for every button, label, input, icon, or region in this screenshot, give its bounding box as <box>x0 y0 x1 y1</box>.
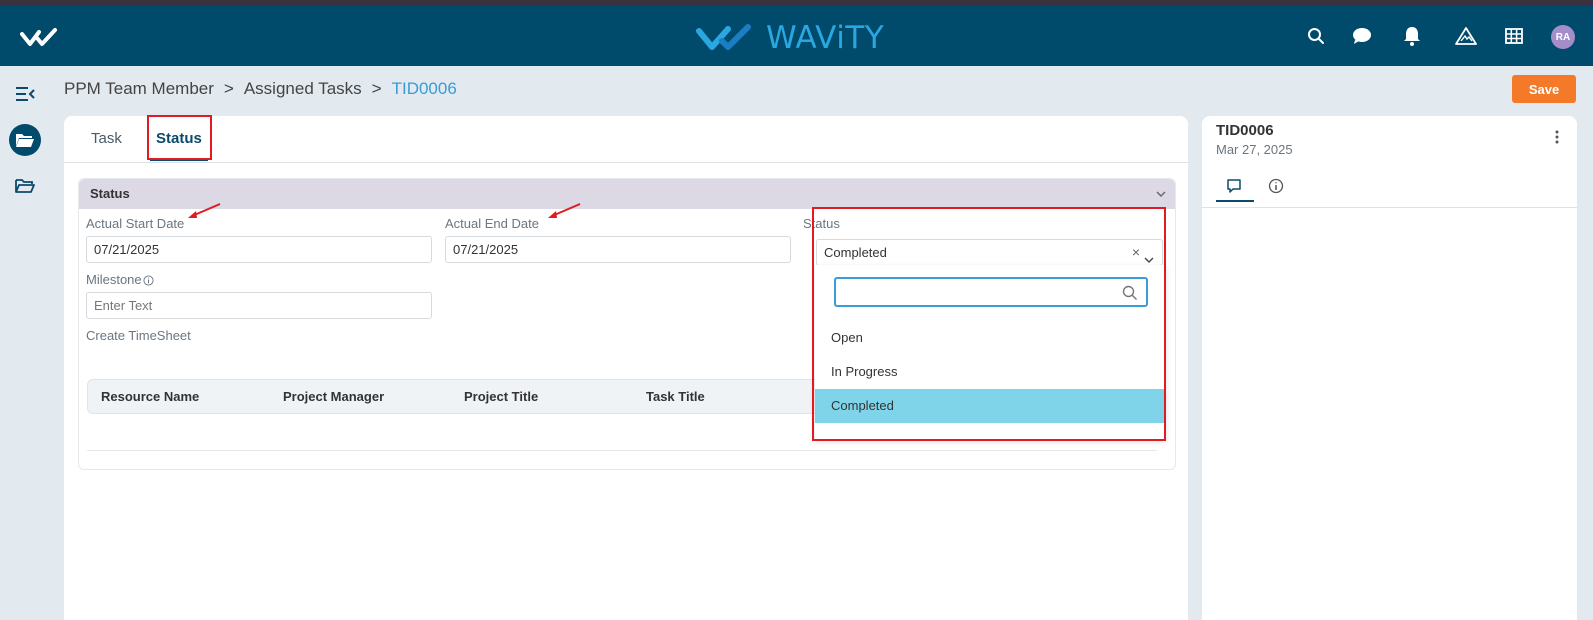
column-header-resource-name[interactable]: Resource Name <box>101 389 199 404</box>
save-button[interactable]: Save <box>1512 75 1576 103</box>
comment-icon[interactable] <box>1222 174 1246 198</box>
annotation-arrow-icon <box>188 203 221 218</box>
info-icon[interactable] <box>1264 174 1288 198</box>
active-tab-indicator <box>1216 200 1254 202</box>
home-check-icon[interactable] <box>20 24 60 50</box>
milestone-input[interactable] <box>86 292 432 319</box>
annotation-highlight-box <box>147 115 212 160</box>
brand-checkmark-icon <box>696 24 751 50</box>
panel-date: Mar 27, 2025 <box>1216 142 1293 157</box>
chat-icon[interactable] <box>1350 24 1374 48</box>
annotation-highlight-box <box>812 207 1166 441</box>
panel-tab-bar <box>1202 160 1577 208</box>
breadcrumb: PPM Team Member > Assigned Tasks > TID00… <box>64 78 457 100</box>
milestone-label-text: Milestone <box>86 272 142 287</box>
section-header[interactable]: Status <box>79 179 1175 209</box>
folder-icon[interactable] <box>9 170 41 202</box>
breadcrumb-item[interactable]: Assigned Tasks <box>244 79 362 99</box>
column-header-task-title[interactable]: Task Title <box>646 389 705 404</box>
breadcrumb-separator: > <box>371 79 382 98</box>
tab-task[interactable]: Task <box>91 130 122 147</box>
actual-start-date-label: Actual Start Date <box>86 216 185 231</box>
chevron-down-icon[interactable] <box>1155 187 1167 205</box>
collapse-menu-icon[interactable] <box>9 78 41 110</box>
actual-end-date-field[interactable]: 07/21/2025 <box>445 236 791 263</box>
info-icon[interactable] <box>143 275 154 286</box>
bell-icon[interactable] <box>1400 24 1424 48</box>
left-sidebar <box>0 66 51 620</box>
actual-start-date-field[interactable]: 07/21/2025 <box>86 236 432 263</box>
actual-end-date-label: Actual End Date <box>445 216 539 231</box>
folder-open-icon[interactable] <box>9 124 41 156</box>
create-timesheet-link[interactable]: Create TimeSheet <box>86 328 191 343</box>
user-avatar[interactable]: RA <box>1551 25 1575 49</box>
breadcrumb-item[interactable]: PPM Team Member <box>64 79 214 99</box>
column-header-project-manager[interactable]: Project Manager <box>283 389 384 404</box>
column-header-project-title[interactable]: Project Title <box>464 389 538 404</box>
tab-bar: Task Status <box>64 115 1188 163</box>
right-detail-panel: TID0006 Mar 27, 2025 <box>1202 116 1577 620</box>
grid-icon[interactable] <box>1502 24 1526 48</box>
panel-title: TID0006 <box>1216 122 1274 139</box>
more-options-icon[interactable] <box>1555 130 1559 149</box>
breadcrumb-current: TID0006 <box>391 79 457 98</box>
brand-name: WAViTY <box>766 20 885 56</box>
brand-logo: WAViTY <box>696 18 884 58</box>
annotation-arrow-icon <box>548 203 581 218</box>
triangle-alert-icon[interactable] <box>1454 24 1478 48</box>
section-title: Status <box>90 186 130 201</box>
breadcrumb-separator: > <box>223 79 234 98</box>
milestone-label: Milestone <box>86 272 154 287</box>
table-divider <box>87 450 1157 451</box>
top-navigation-bar: WAViTY RA <box>0 6 1593 66</box>
search-icon[interactable] <box>1304 24 1328 48</box>
